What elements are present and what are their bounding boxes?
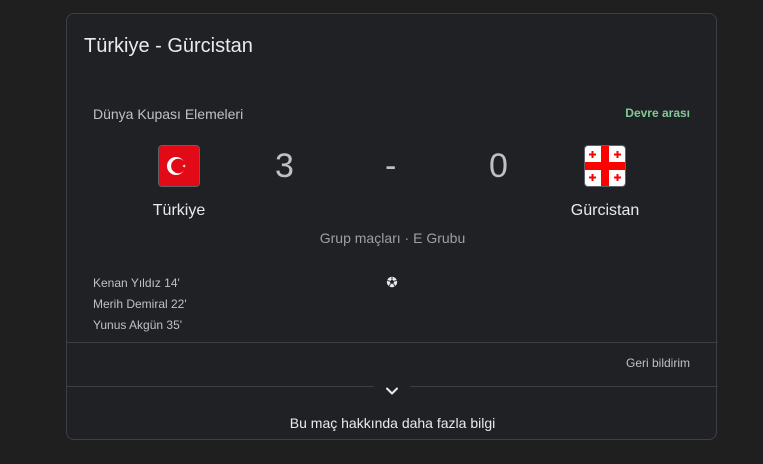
home-score: 3 — [275, 147, 294, 185]
league-name[interactable]: Dünya Kupası Elemeleri — [93, 106, 243, 122]
match-title[interactable]: Türkiye - Gürcistan — [84, 35, 253, 58]
away-team[interactable]: Gürcistan — [535, 145, 675, 220]
home-team-name: Türkiye — [152, 202, 206, 219]
expand-button[interactable] — [373, 372, 411, 410]
georgia-flag-icon — [584, 145, 626, 187]
scorer-item: Merih Demiral 22' — [93, 297, 187, 311]
turkey-flag-icon — [158, 145, 200, 187]
home-team[interactable]: Türkiye — [109, 145, 249, 220]
feedback-link[interactable]: Geri bildirim — [626, 356, 690, 370]
more-info-link[interactable]: Bu maç hakkında daha fazla bilgi — [67, 415, 718, 431]
match-status: Devre arası — [625, 106, 690, 120]
score-separator: - — [385, 147, 397, 185]
divider — [67, 342, 718, 343]
chevron-down-icon — [386, 387, 398, 395]
match-card: Türkiye - Gürcistan Dünya Kupası Elemele… — [66, 13, 718, 440]
scorer-item: Kenan Yıldız 14' — [93, 276, 180, 290]
home-scorers-list: Kenan Yıldız 14' Merih Demiral 22' Yunus… — [93, 276, 187, 339]
away-score: 0 — [489, 147, 508, 185]
group-stage-label: Grup maçları · E Grubu — [319, 230, 466, 246]
away-team-name: Gürcistan — [570, 202, 640, 219]
soccer-ball-icon — [386, 276, 398, 288]
scorer-item: Yunus Akgün 35' — [93, 318, 183, 332]
